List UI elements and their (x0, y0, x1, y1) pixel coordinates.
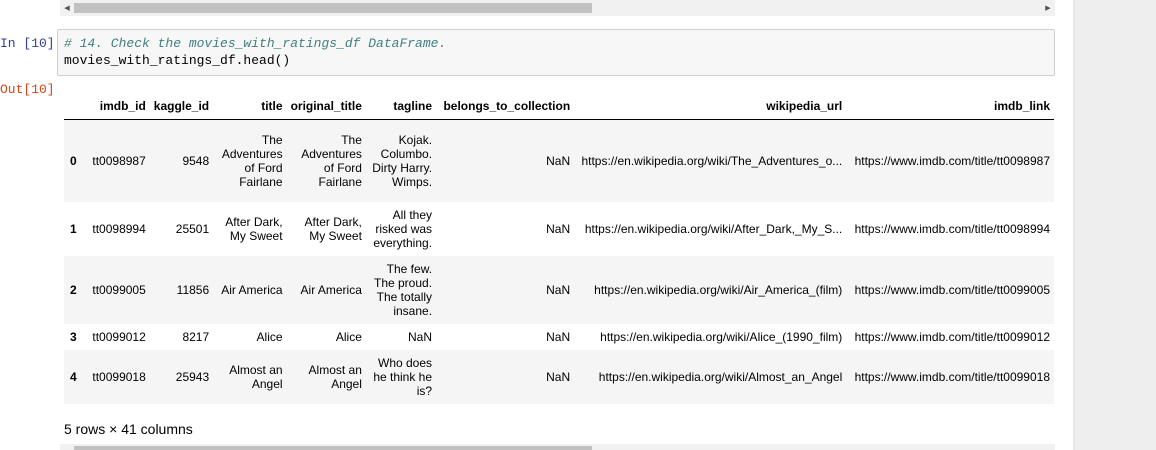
table-cell: NaN (546, 153, 571, 168)
table-cell: NaN (408, 329, 433, 344)
scrollbar-thumb[interactable] (74, 3, 592, 13)
table-cell: Air America (300, 282, 362, 297)
code-comment: # 14. Check the movies_with_ratings_df D… (64, 36, 447, 51)
table-row: 4 tt0099018 25943 Almost an Angel Almost… (64, 349, 1054, 404)
table-cell: NaN (546, 329, 571, 344)
table-cell: After Dark, My Sweet (304, 214, 362, 243)
table-cell: 25501 (175, 221, 210, 236)
column-header: original_title (286, 94, 366, 120)
column-header: imdb_id (83, 94, 150, 120)
table-cell: https://en.wikipedia.org/wiki/Almost_an_… (598, 369, 843, 384)
dataframe-shape-summary: 5 rows × 41 columns (64, 421, 193, 437)
notebook-background-gutter (1075, 0, 1156, 450)
table-cell: 9548 (182, 153, 210, 168)
row-index: 3 (70, 329, 77, 344)
table-header-row: imdb_id kaggle_id title original_title t… (64, 94, 1054, 120)
table-cell: Alice (256, 329, 283, 344)
table-cell: Almost an Angel (308, 362, 362, 391)
column-header: imdb_link (846, 94, 1054, 120)
dataframe-output: imdb_id kaggle_id title original_title t… (64, 94, 1054, 406)
column-header-index (64, 94, 84, 120)
table-cell: NaN (546, 221, 571, 236)
table-cell: Alice (335, 329, 362, 344)
table-cell: 8217 (182, 329, 210, 344)
input-prompt: In [10]: (0, 36, 56, 51)
output-horizontal-scrollbar-bottom[interactable] (60, 444, 1055, 450)
output-horizontal-scrollbar[interactable]: ◀ ▶ (60, 0, 1055, 16)
scroll-left-arrow-icon[interactable]: ◀ (60, 0, 74, 16)
table-cell: NaN (546, 369, 571, 384)
table-cell: https://en.wikipedia.org/wiki/Air_Americ… (594, 282, 843, 297)
table-cell: https://www.imdb.com/title/tt0099005 (854, 282, 1050, 297)
row-index: 4 (70, 369, 77, 384)
table-cell: tt0098987 (92, 153, 146, 168)
table-cell: 11856 (176, 282, 210, 297)
table-cell: Air America (221, 282, 283, 297)
table-cell: The Adventures of Ford Fairlane (221, 132, 283, 189)
code-line: movies_with_ratings_df.head() (64, 53, 291, 68)
column-header: kaggle_id (149, 94, 214, 120)
scroll-right-arrow-icon[interactable]: ▶ (1041, 0, 1055, 16)
table-cell: Kojak. Columbo. Dirty Harry. Wimps. (372, 132, 433, 189)
dataframe-table: imdb_id kaggle_id title original_title t… (64, 94, 1054, 404)
table-cell: https://www.imdb.com/title/tt0098987 (854, 153, 1050, 168)
notebook-page-edge (1073, 0, 1075, 450)
table-cell: tt0099005 (92, 282, 146, 297)
column-header: belongs_to_collection (436, 94, 575, 120)
column-header: title (213, 94, 287, 120)
table-row: 0 tt0098987 9548 The Adventures of Ford … (64, 119, 1054, 202)
table-cell: tt0099018 (92, 369, 146, 384)
table-cell: tt0098994 (92, 221, 146, 236)
table-cell: 25943 (175, 369, 210, 384)
column-header: wikipedia_url (574, 94, 847, 120)
table-cell: The Adventures of Ford Fairlane (301, 132, 362, 189)
table-cell: Who does he think he is? (373, 355, 433, 398)
scrollbar-thumb[interactable] (74, 446, 592, 450)
row-index: 2 (70, 282, 77, 297)
table-cell: https://en.wikipedia.org/wiki/Alice_(199… (600, 329, 843, 344)
table-cell: https://www.imdb.com/title/tt0099018 (854, 369, 1050, 384)
row-index: 0 (70, 153, 77, 168)
table-cell: https://www.imdb.com/title/tt0098994 (854, 221, 1050, 236)
table-cell: tt0099012 (92, 329, 146, 344)
table-cell: After Dark, My Sweet (225, 214, 283, 243)
table-cell: NaN (546, 282, 571, 297)
table-row: 1 tt0098994 25501 After Dark, My Sweet A… (64, 201, 1054, 256)
table-cell: All they risked was everything. (373, 207, 433, 250)
table-cell: https://en.wikipedia.org/wiki/After_Dark… (584, 221, 843, 236)
table-cell: The few. The proud. The totally insane. (373, 261, 433, 318)
table-cell: https://www.imdb.com/title/tt0099012 (854, 329, 1050, 344)
column-header: tagline (365, 94, 437, 120)
table-row: 2 tt0099005 11856 Air America Air Americ… (64, 255, 1054, 324)
code-input-area[interactable]: # 14. Check the movies_with_ratings_df D… (57, 29, 1055, 76)
table-cell: https://en.wikipedia.org/wiki/The_Advent… (581, 153, 843, 168)
table-cell: Almost an Angel (229, 362, 283, 391)
row-index: 1 (70, 221, 77, 236)
output-prompt: Out[10]: (0, 82, 56, 97)
table-row: 3 tt0099012 8217 Alice Alice NaN NaN htt… (64, 323, 1054, 350)
